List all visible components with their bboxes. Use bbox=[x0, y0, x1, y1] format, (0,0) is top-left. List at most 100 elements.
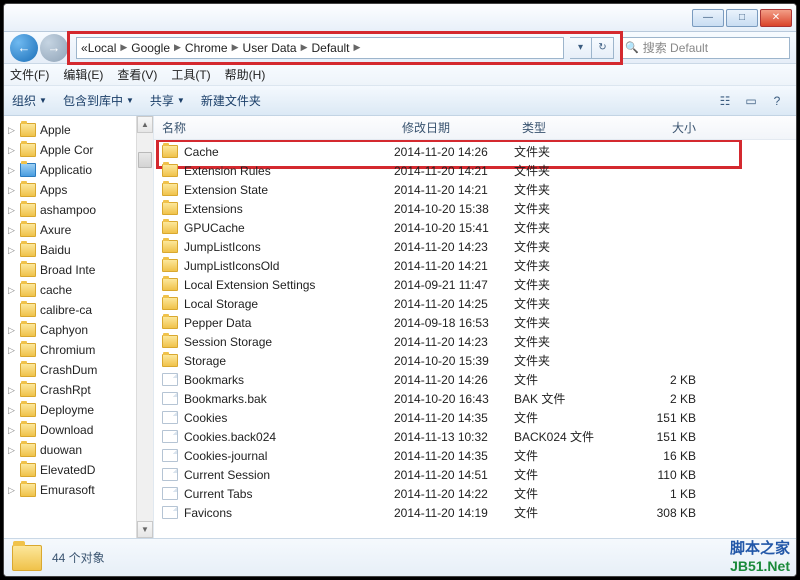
list-item[interactable]: Cookies2014-11-20 14:35文件151 KB bbox=[154, 408, 796, 427]
tree-node[interactable]: ▷Apple bbox=[4, 120, 153, 140]
list-item[interactable]: GPUCache2014-10-20 15:41文件夹 bbox=[154, 218, 796, 237]
list-item[interactable]: Pepper Data2014-09-18 16:53文件夹 bbox=[154, 313, 796, 332]
body: ▷Apple▷Apple Cor▷Applicatio▷Apps▷ashampo… bbox=[4, 116, 796, 538]
tree-node[interactable]: ▷duowan bbox=[4, 440, 153, 460]
expand-icon[interactable]: ▷ bbox=[8, 385, 18, 396]
expand-icon[interactable]: ▷ bbox=[8, 185, 18, 196]
organize-menu[interactable]: 组织▼ bbox=[12, 92, 47, 109]
refresh-button[interactable]: ↻ bbox=[592, 37, 614, 59]
expand-icon[interactable]: ▷ bbox=[8, 445, 18, 456]
tree-node[interactable]: ▷Chromium bbox=[4, 340, 153, 360]
tree-node[interactable]: ▷Applicatio bbox=[4, 160, 153, 180]
item-date: 2014-11-13 10:32 bbox=[394, 430, 514, 444]
tree-node[interactable]: ▷cache bbox=[4, 280, 153, 300]
col-size[interactable]: 大小 bbox=[624, 119, 704, 136]
list-item[interactable]: Bookmarks2014-11-20 14:26文件2 KB bbox=[154, 370, 796, 389]
tree-node[interactable]: ▷Axure bbox=[4, 220, 153, 240]
list-item[interactable]: Local Extension Settings2014-09-21 11:47… bbox=[154, 275, 796, 294]
include-library-menu[interactable]: 包含到库中▼ bbox=[63, 92, 134, 109]
list-item[interactable]: Extension Rules2014-11-20 14:21文件夹 bbox=[154, 161, 796, 180]
col-type[interactable]: 类型 bbox=[514, 119, 624, 136]
menu-item[interactable]: 文件(F) bbox=[10, 66, 49, 83]
scroll-down-icon[interactable]: ▼ bbox=[137, 521, 153, 538]
col-date[interactable]: 修改日期 bbox=[394, 119, 514, 136]
view-mode-button[interactable]: ☷ bbox=[714, 90, 736, 112]
address-dropdown-button[interactable]: ▾ bbox=[570, 37, 592, 59]
new-folder-button[interactable]: 新建文件夹 bbox=[201, 92, 261, 109]
col-name[interactable]: 名称 bbox=[154, 119, 394, 136]
item-name: Pepper Data bbox=[184, 316, 251, 330]
expand-icon[interactable]: ▷ bbox=[8, 165, 18, 176]
list-item[interactable]: Favicons2014-11-20 14:19文件308 KB bbox=[154, 503, 796, 522]
tree-node[interactable]: calibre-ca bbox=[4, 300, 153, 320]
menu-item[interactable]: 查看(V) bbox=[117, 66, 157, 83]
list-item[interactable]: Cookies.back0242014-11-13 10:32BACK024 文… bbox=[154, 427, 796, 446]
expand-icon[interactable]: ▷ bbox=[8, 285, 18, 296]
tree-node[interactable]: ▷CrashRpt bbox=[4, 380, 153, 400]
tree-node[interactable]: ▷Download bbox=[4, 420, 153, 440]
forward-button[interactable]: → bbox=[40, 34, 68, 62]
tree-node[interactable]: ▷Deployme bbox=[4, 400, 153, 420]
maximize-button[interactable]: □ bbox=[726, 9, 758, 27]
list-item[interactable]: Bookmarks.bak2014-10-20 16:43BAK 文件2 KB bbox=[154, 389, 796, 408]
folder-icon bbox=[20, 183, 36, 197]
minimize-button[interactable]: — bbox=[692, 9, 724, 27]
chevron-right-icon: ▶ bbox=[301, 42, 308, 53]
list-item[interactable]: Current Session2014-11-20 14:51文件110 KB bbox=[154, 465, 796, 484]
expand-icon[interactable]: ▷ bbox=[8, 405, 18, 416]
crumb-item[interactable]: Default bbox=[311, 41, 349, 55]
crumb-item[interactable]: User Data bbox=[243, 41, 297, 55]
folder-icon bbox=[20, 123, 36, 137]
tree-node[interactable]: ▷Caphyon bbox=[4, 320, 153, 340]
address-bar[interactable]: « Local ▶ Google ▶ Chrome ▶ User Data ▶ … bbox=[76, 37, 564, 59]
expand-icon[interactable]: ▷ bbox=[8, 325, 18, 336]
chevron-right-icon: ▶ bbox=[120, 42, 127, 53]
crumb-item[interactable]: Chrome bbox=[185, 41, 228, 55]
tree-node[interactable]: ▷Emurasoft bbox=[4, 480, 153, 500]
expand-icon[interactable]: ▷ bbox=[8, 225, 18, 236]
tree-node[interactable]: Broad Inte bbox=[4, 260, 153, 280]
tree-node[interactable]: CrashDum bbox=[4, 360, 153, 380]
tree-scrollbar[interactable]: ▲ ▼ bbox=[136, 116, 153, 538]
item-type: 文件夹 bbox=[514, 314, 624, 331]
list-item[interactable]: JumpListIcons2014-11-20 14:23文件夹 bbox=[154, 237, 796, 256]
crumb-item[interactable]: Local bbox=[88, 41, 117, 55]
list-item[interactable]: Storage2014-10-20 15:39文件夹 bbox=[154, 351, 796, 370]
preview-pane-button[interactable]: ▭ bbox=[740, 90, 762, 112]
item-name: Session Storage bbox=[184, 335, 272, 349]
menu-item[interactable]: 编辑(E) bbox=[63, 66, 103, 83]
help-button[interactable]: ? bbox=[766, 90, 788, 112]
menu-item[interactable]: 工具(T) bbox=[171, 66, 210, 83]
list-item[interactable]: Extension State2014-11-20 14:21文件夹 bbox=[154, 180, 796, 199]
list-item[interactable]: Local Storage2014-11-20 14:25文件夹 bbox=[154, 294, 796, 313]
tree-node[interactable]: ElevatedD bbox=[4, 460, 153, 480]
tree-label: ElevatedD bbox=[40, 463, 95, 477]
expand-icon[interactable]: ▷ bbox=[8, 425, 18, 436]
search-input[interactable]: 🔍 搜索 Default bbox=[620, 37, 790, 59]
tree-node[interactable]: ▷Baidu bbox=[4, 240, 153, 260]
expand-icon[interactable]: ▷ bbox=[8, 145, 18, 156]
expand-icon[interactable]: ▷ bbox=[8, 245, 18, 256]
crumb-item[interactable]: Google bbox=[131, 41, 170, 55]
scroll-thumb[interactable] bbox=[138, 152, 152, 168]
list-item[interactable]: Session Storage2014-11-20 14:23文件夹 bbox=[154, 332, 796, 351]
expand-icon[interactable]: ▷ bbox=[8, 205, 18, 216]
menu-item[interactable]: 帮助(H) bbox=[225, 66, 266, 83]
list-item[interactable]: Extensions2014-10-20 15:38文件夹 bbox=[154, 199, 796, 218]
tree-node[interactable]: ▷Apple Cor bbox=[4, 140, 153, 160]
expand-icon[interactable]: ▷ bbox=[8, 125, 18, 136]
back-button[interactable]: ← bbox=[10, 34, 38, 62]
titlebar: — □ ✕ bbox=[4, 4, 796, 32]
expand-icon[interactable]: ▷ bbox=[8, 345, 18, 356]
list-item[interactable]: Cookies-journal2014-11-20 14:35文件16 KB bbox=[154, 446, 796, 465]
list-item[interactable]: JumpListIconsOld2014-11-20 14:21文件夹 bbox=[154, 256, 796, 275]
scroll-up-icon[interactable]: ▲ bbox=[137, 116, 153, 133]
tree-node[interactable]: ▷Apps bbox=[4, 180, 153, 200]
close-button[interactable]: ✕ bbox=[760, 9, 792, 27]
share-menu[interactable]: 共享▼ bbox=[150, 92, 185, 109]
expand-icon[interactable]: ▷ bbox=[8, 485, 18, 496]
list-item[interactable]: Current Tabs2014-11-20 14:22文件1 KB bbox=[154, 484, 796, 503]
tree-node[interactable]: ▷ashampoo bbox=[4, 200, 153, 220]
item-name: Bookmarks.bak bbox=[184, 392, 267, 406]
list-item[interactable]: Cache2014-11-20 14:26文件夹 bbox=[154, 142, 796, 161]
